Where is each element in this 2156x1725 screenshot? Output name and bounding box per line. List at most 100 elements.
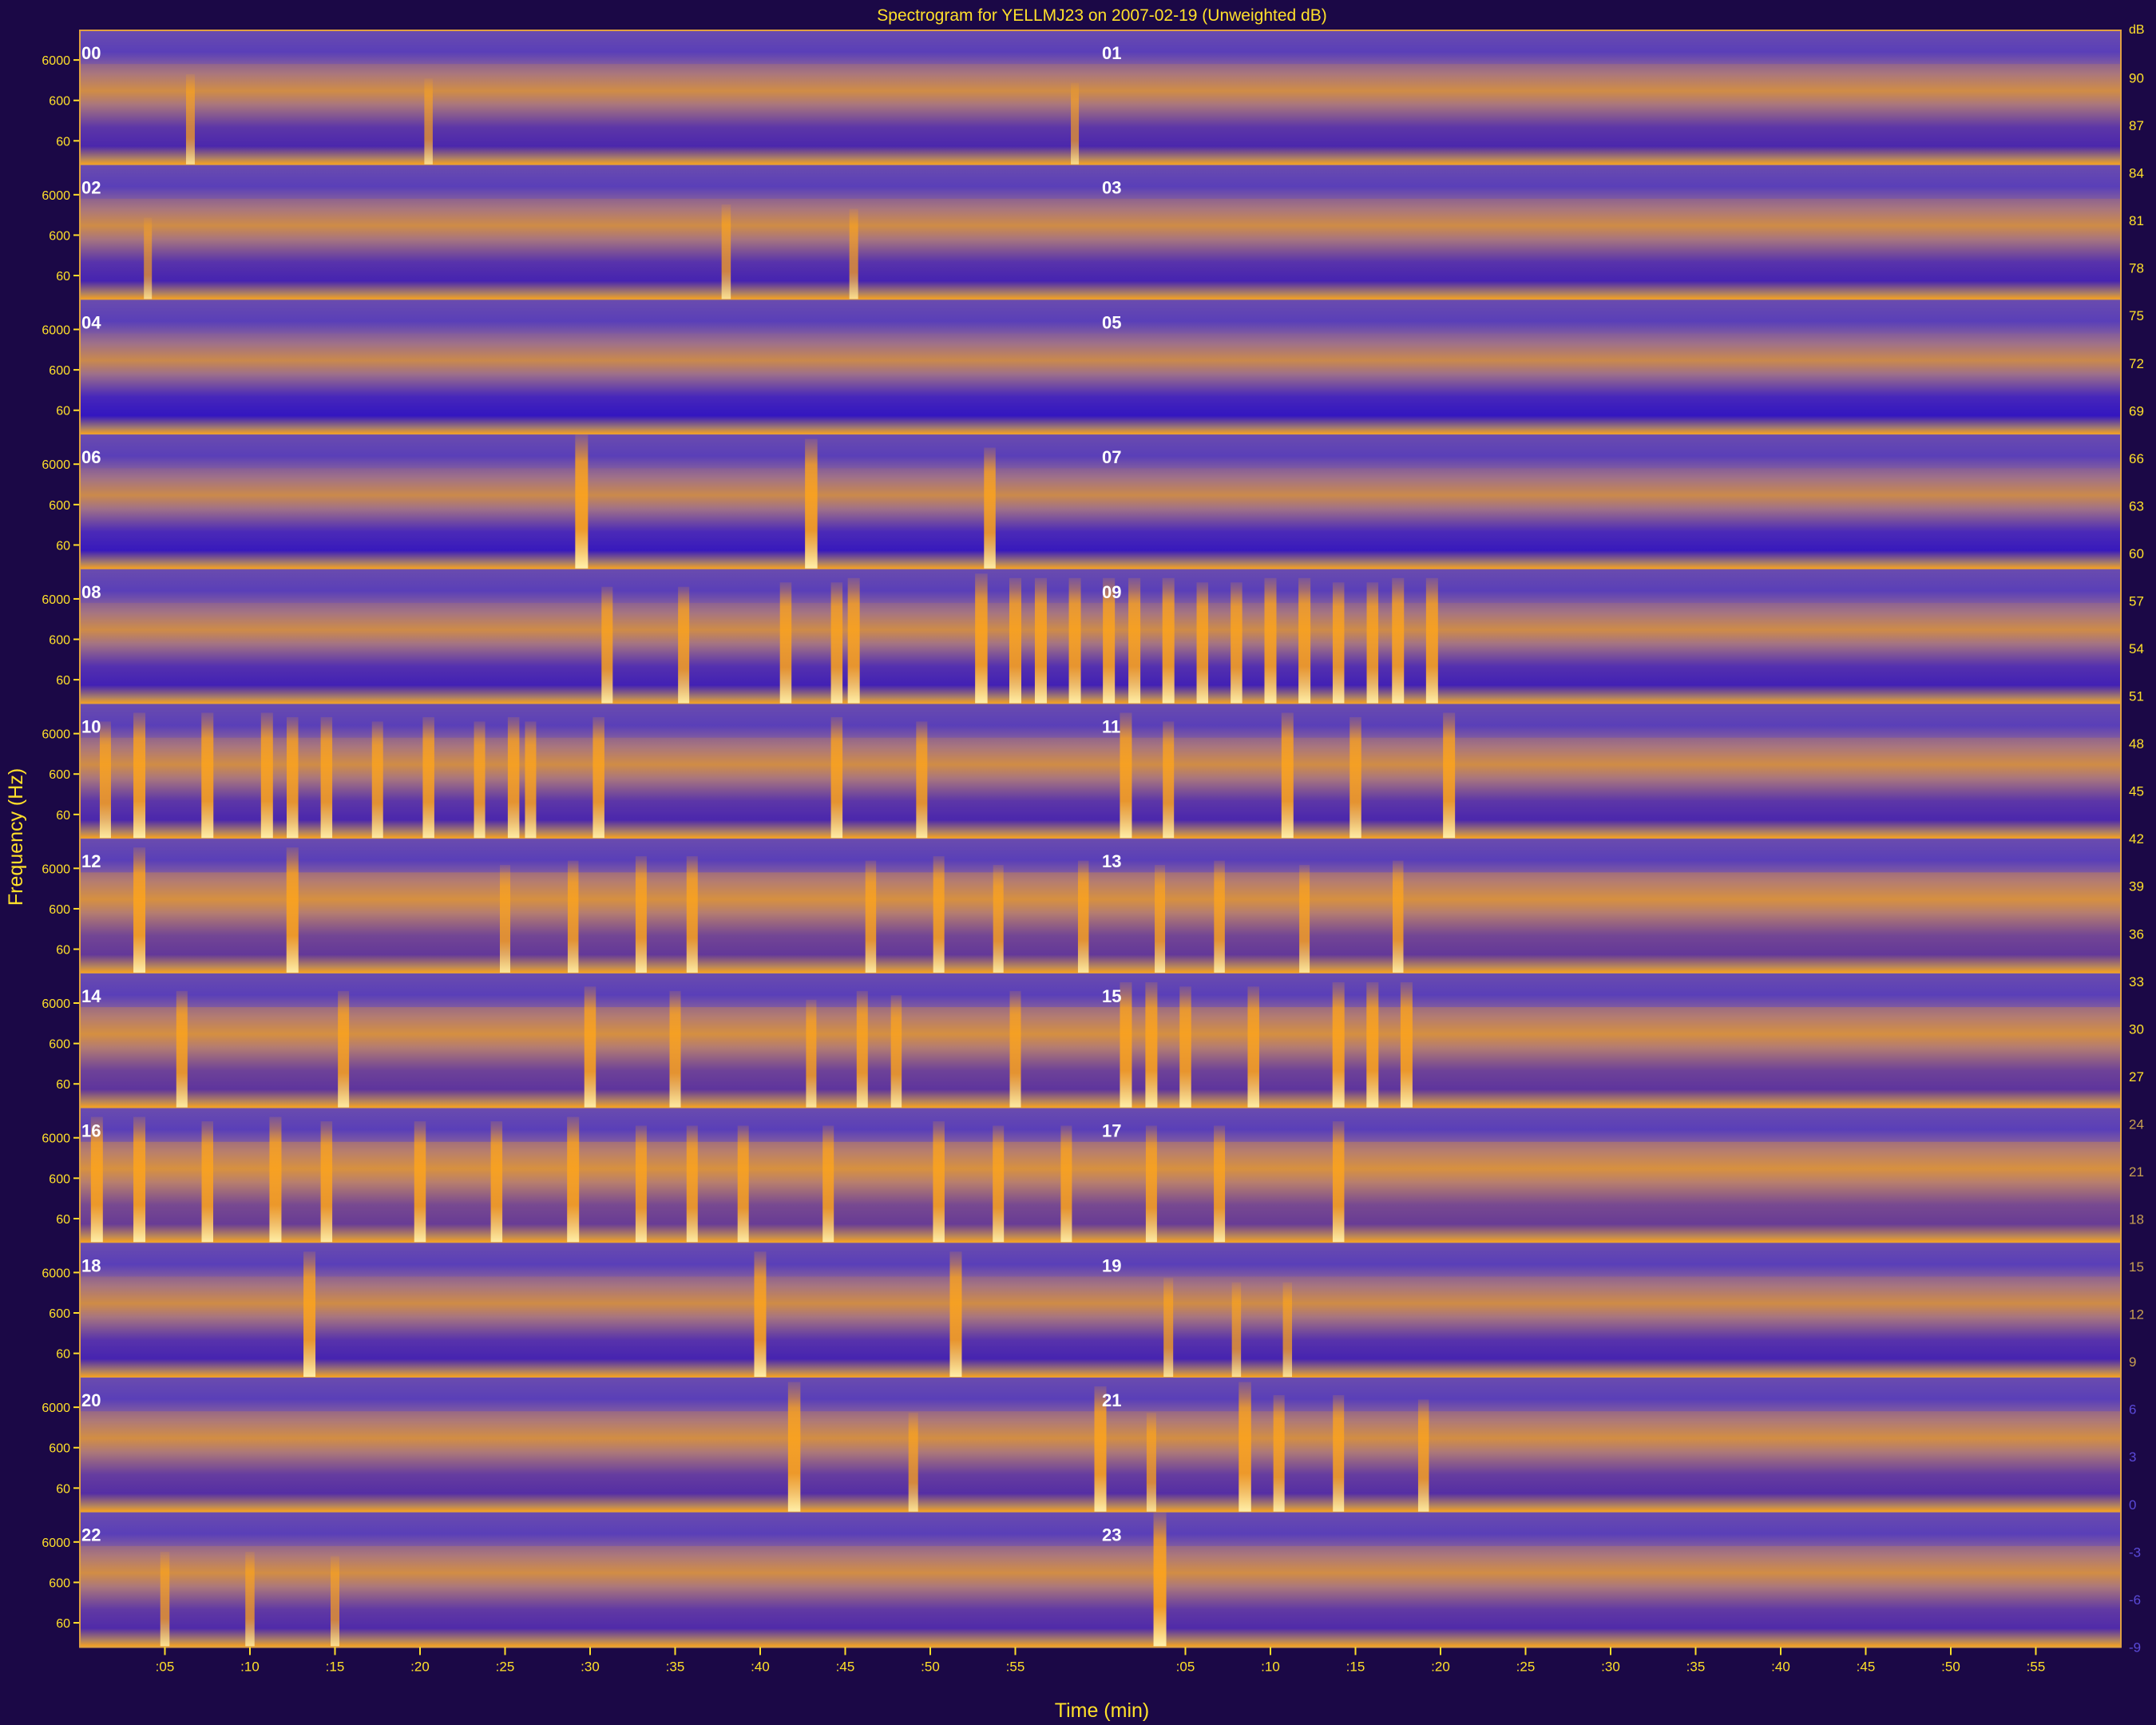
activity-wash (80, 64, 2121, 165)
hour-label: 14 (81, 986, 101, 1006)
spectrogram-event (176, 990, 188, 1108)
activity-wash (80, 198, 2121, 300)
colorbar-tick-label: 54 (2129, 641, 2144, 656)
spectrogram-event (133, 1116, 146, 1243)
colorbar-tick-label: 12 (2129, 1307, 2144, 1322)
spectrogram-event (185, 73, 195, 165)
minute-tick-label: :35 (666, 1659, 685, 1674)
spectrogram-event (1332, 981, 1345, 1108)
colorbar-tick-label: 45 (2129, 784, 2144, 799)
minute-tick-label: :05 (156, 1659, 175, 1674)
minute-tick-label: :15 (1346, 1659, 1365, 1674)
hour-label: 12 (81, 851, 101, 871)
freq-tick-label: 600 (49, 1172, 70, 1186)
freq-tick-label: 6000 (42, 189, 70, 203)
colorbar-tick-label: -6 (2129, 1592, 2141, 1608)
freq-tick-label: 60 (56, 944, 70, 958)
freq-tick-label: 600 (49, 229, 70, 243)
colorbar-tick-label: 66 (2129, 451, 2144, 466)
spectrogram-event (245, 1552, 255, 1648)
activity-wash (80, 1545, 2121, 1648)
spectrogram-event (1153, 1512, 1167, 1648)
hour-label: 15 (1102, 986, 1121, 1006)
spectrogram-event (286, 847, 299, 974)
spectrogram-row: 14 15 6000 600 60 (42, 973, 2121, 1109)
hour-label: 22 (81, 1525, 101, 1545)
spectrogram-event (1332, 1121, 1345, 1243)
spectrogram-rows: 00 0160006006002 0360006006004 056000600600… (42, 30, 2121, 1648)
colorbar-tick-label: 75 (2129, 308, 2144, 323)
freq-tick-label: 600 (49, 1576, 70, 1590)
freq-tick-label: 60 (56, 405, 70, 418)
colorbar-tick-label: 84 (2129, 166, 2144, 181)
spectrogram-event (260, 712, 273, 839)
hour-label: 04 (81, 312, 101, 332)
spectrogram-event (601, 586, 613, 704)
spectrogram-event (1009, 577, 1021, 704)
spectrogram-row: 02 03 6000 600 60 (42, 165, 2121, 301)
hour-label: 16 (81, 1121, 101, 1141)
minute-tick-label: :55 (2027, 1659, 2046, 1674)
spectrogram-event (721, 204, 731, 300)
colorbar-tick-label: 18 (2129, 1212, 2144, 1227)
spectrogram-row: 16 17 6000 600 60 (42, 1108, 2121, 1244)
freq-tick-label: 600 (49, 95, 70, 109)
spectrogram-event (1120, 981, 1132, 1108)
minute-tick-label: :10 (240, 1659, 260, 1674)
freq-tick-label: 6000 (42, 458, 70, 472)
spectrogram-chart: Spectrogram for YELLMJ23 on 2007-02-19 (… (0, 0, 2156, 1725)
spectrogram-event (144, 217, 153, 300)
activity-wash (80, 872, 2121, 974)
colorbar-tick-label: 69 (2129, 403, 2144, 418)
minute-tick-label: :50 (921, 1659, 940, 1674)
colorbar-tick-label: 78 (2129, 261, 2144, 276)
spectrogram-event (1214, 1125, 1226, 1243)
spectrogram-event (584, 986, 596, 1108)
freq-tick-label: 60 (56, 539, 70, 553)
colorbar-tick-label: 51 (2129, 689, 2144, 704)
colorbar-tick-label: 9 (2129, 1354, 2136, 1370)
hour-label: 06 (81, 447, 101, 467)
colorbar-tick-label: 81 (2129, 213, 2144, 228)
colorbar-tick-label: 6 (2129, 1402, 2136, 1418)
freq-tick-label: 600 (49, 1307, 70, 1321)
spectrogram-event (686, 1125, 698, 1243)
spectrogram-event (1060, 1125, 1072, 1243)
colorbar-tick-label: 57 (2129, 593, 2144, 609)
spectrogram-row: 20 21 6000 600 60 (42, 1378, 2121, 1513)
spectrogram-row: 12 13 6000 600 60 (42, 839, 2121, 974)
spectrogram-event (1179, 986, 1191, 1108)
hour-label: 17 (1102, 1121, 1121, 1141)
spectrogram-event (1392, 577, 1405, 704)
spectrogram-event (1128, 577, 1141, 704)
spectrogram-row: 08 09 6000 600 60 (42, 569, 2121, 705)
colorbar-tick-label: 30 (2129, 1021, 2144, 1037)
spectrogram-event (567, 860, 579, 974)
spectrogram-event (993, 1125, 1005, 1243)
freq-tick-label: 60 (56, 1348, 70, 1362)
hour-label: 05 (1102, 312, 1121, 332)
hour-label: 18 (81, 1255, 101, 1275)
hour-label: 02 (81, 178, 101, 198)
spectrogram-event (1298, 577, 1311, 704)
freq-tick-label: 60 (56, 1482, 70, 1496)
freq-tick-label: 6000 (42, 1267, 70, 1280)
colorbar-tick-label: 27 (2129, 1069, 2144, 1085)
freq-tick-label: 6000 (42, 728, 70, 742)
spectrogram-event (320, 1121, 333, 1243)
spectrogram-event (269, 1116, 282, 1243)
colorbar-tick-label: 39 (2129, 879, 2144, 894)
activity-wash (80, 1276, 2121, 1378)
minute-tick-label: :20 (410, 1659, 430, 1674)
freq-tick-label: 60 (56, 1617, 70, 1631)
spectrogram-event (1425, 577, 1438, 704)
activity-wash (80, 1007, 2121, 1108)
freq-tick-label: 6000 (42, 593, 70, 607)
spectrogram-event (1247, 986, 1259, 1108)
colorbar-tick-label: 63 (2129, 498, 2144, 514)
freq-tick-label: 6000 (42, 862, 70, 876)
spectrogram-event (678, 586, 690, 704)
freq-tick-label: 6000 (42, 1402, 70, 1415)
minute-tick-label: :30 (581, 1659, 600, 1674)
freq-tick-label: 60 (56, 135, 70, 149)
